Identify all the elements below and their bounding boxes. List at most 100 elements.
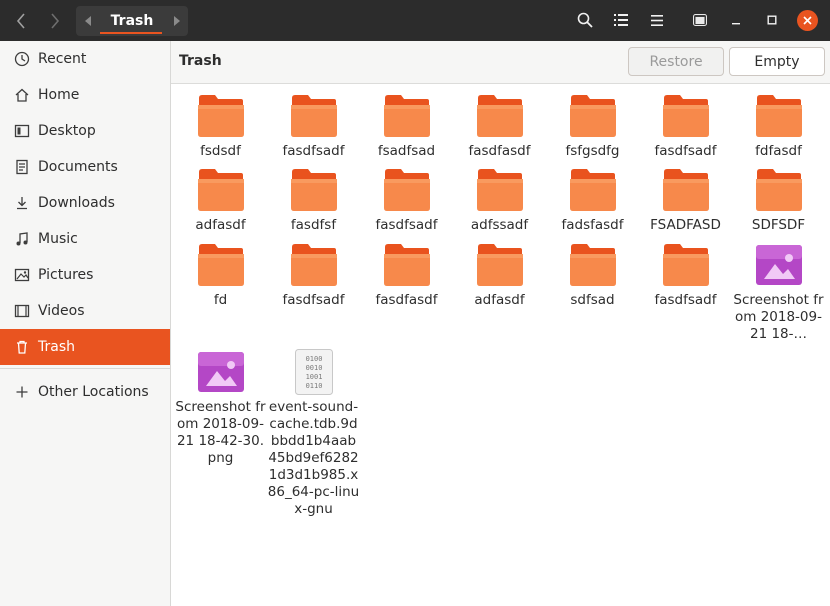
file-item[interactable]: 0100 0010 1001 0110 event-sound-cache.tdb.9d… [267,348,360,518]
file-name: fsfgsdfg [565,143,620,159]
back-button[interactable] [9,8,33,34]
file-name: fasdfsadf [654,292,717,308]
file-name: fasdfsf [290,217,337,233]
file-name: fadsfasdf [561,217,624,233]
folder-icon [661,241,711,289]
image-file-icon [196,348,246,396]
file-item[interactable]: fasdfasdf [360,241,453,309]
file-item[interactable]: fsfgsdfg [546,92,639,160]
folder-icon [382,92,432,140]
file-name: SDFSDF [751,217,806,233]
minimize-button[interactable] [726,10,746,30]
clock-icon [13,50,31,68]
forward-button[interactable] [43,8,67,34]
file-name: fasdfasdf [468,143,531,159]
file-item[interactable]: adfasdf [174,166,267,234]
file-item[interactable]: FSADFASD [639,166,732,234]
sidebar-item-downloads[interactable]: Downloads [0,185,170,221]
image-file-icon [754,241,804,289]
folder-icon [475,166,525,214]
file-item[interactable]: fasdfsadf [267,241,360,309]
file-name: fsdsdf [200,143,241,159]
sidebar-item-home[interactable]: Home [0,77,170,113]
file-item[interactable]: sdfsad [546,241,639,309]
sidebar-item-desktop[interactable]: Desktop [0,113,170,149]
sidebar-item-label: Home [38,87,80,103]
file-grid: fsdsdf fasdfsadf fsadfsad fasdfasdf fsfgsdfg… [171,84,830,606]
close-button[interactable] [797,10,818,31]
folder-icon [196,92,246,140]
sidebar-item-recent[interactable]: Recent [0,41,170,77]
file-item[interactable]: fadsfasdf [546,166,639,234]
minimize-icon [732,23,740,25]
svg-text:1001: 1001 [305,373,322,381]
file-item[interactable]: Screenshot from 2018-09-21 18-… [732,241,825,343]
header-bar: Trash [0,0,830,41]
file-item[interactable]: fasdfsadf [639,241,732,309]
svg-text:0010: 0010 [305,364,322,372]
sidebar-item-label: Documents [38,159,118,175]
folder-icon [754,166,804,214]
file-item[interactable]: Screenshot from 2018-09-21 18-42-30.png [174,348,267,467]
folder-icon [754,92,804,140]
file-name: fd [213,292,228,308]
menu-button[interactable] [647,10,667,30]
folder-icon [661,166,711,214]
sidebar-item-pictures[interactable]: Pictures [0,257,170,293]
location-title: Trash [179,53,222,69]
file-name: adfasdf [474,292,525,308]
search-button[interactable] [575,10,595,30]
file-item[interactable]: fasdfsadf [360,166,453,234]
restore-button[interactable]: Restore [628,47,724,76]
maximize-button[interactable] [762,10,782,30]
sidebar-item-label: Desktop [38,123,96,139]
svg-text:0110: 0110 [305,382,322,390]
sidebar-item-videos[interactable]: Videos [0,293,170,329]
file-name: adfasdf [195,217,246,233]
sidebar-item-trash[interactable]: Trash [0,329,170,365]
music-icon [13,230,31,248]
download-icon [13,194,31,212]
folder-icon [568,166,618,214]
folder-icon [661,92,711,140]
sidebar-item-documents[interactable]: Documents [0,149,170,185]
file-item[interactable]: fasdfsadf [639,92,732,160]
file-name: fasdfasdf [375,292,438,308]
file-item[interactable]: fd [174,241,267,309]
view-mode-button[interactable] [611,10,631,30]
file-name: fasdfsadf [375,217,438,233]
folder-icon [568,241,618,289]
home-icon [13,86,31,104]
file-item[interactable]: fsdsdf [174,92,267,160]
svg-text:0100: 0100 [305,355,322,363]
file-name: fdfasdf [755,143,802,159]
file-item[interactable]: fasdfasdf [453,92,546,160]
sidebar-item-other-locations[interactable]: Other Locations [0,374,170,410]
picture-icon [13,266,31,284]
trash-action-bar: Trash Restore Empty [171,41,830,84]
folder-icon [289,166,339,214]
window-preview-button[interactable] [690,10,710,30]
desktop-icon [13,122,31,140]
file-item[interactable]: fasdfsadf [267,92,360,160]
empty-button[interactable]: Empty [729,47,825,76]
file-item[interactable]: SDFSDF [732,166,825,234]
path-scroll-left-icon[interactable] [79,6,97,36]
video-icon [13,302,31,320]
path-scroll-right-icon[interactable] [167,6,185,36]
window-icon [693,14,707,26]
file-name: fasdfsadf [282,292,345,308]
path-active-underline [100,32,162,34]
sidebar-item-label: Trash [38,339,75,355]
file-item[interactable]: adfssadf [453,166,546,234]
list-view-icon [614,14,628,26]
file-item[interactable]: fdfasdf [732,92,825,160]
folder-icon [382,166,432,214]
file-name: adfssadf [470,217,529,233]
sidebar-item-music[interactable]: Music [0,221,170,257]
file-item[interactable]: adfasdf [453,241,546,309]
file-item[interactable]: fsadfsad [360,92,453,160]
file-item[interactable]: fasdfsf [267,166,360,234]
sidebar-item-label: Music [38,231,78,247]
file-name: fasdfsadf [654,143,717,159]
